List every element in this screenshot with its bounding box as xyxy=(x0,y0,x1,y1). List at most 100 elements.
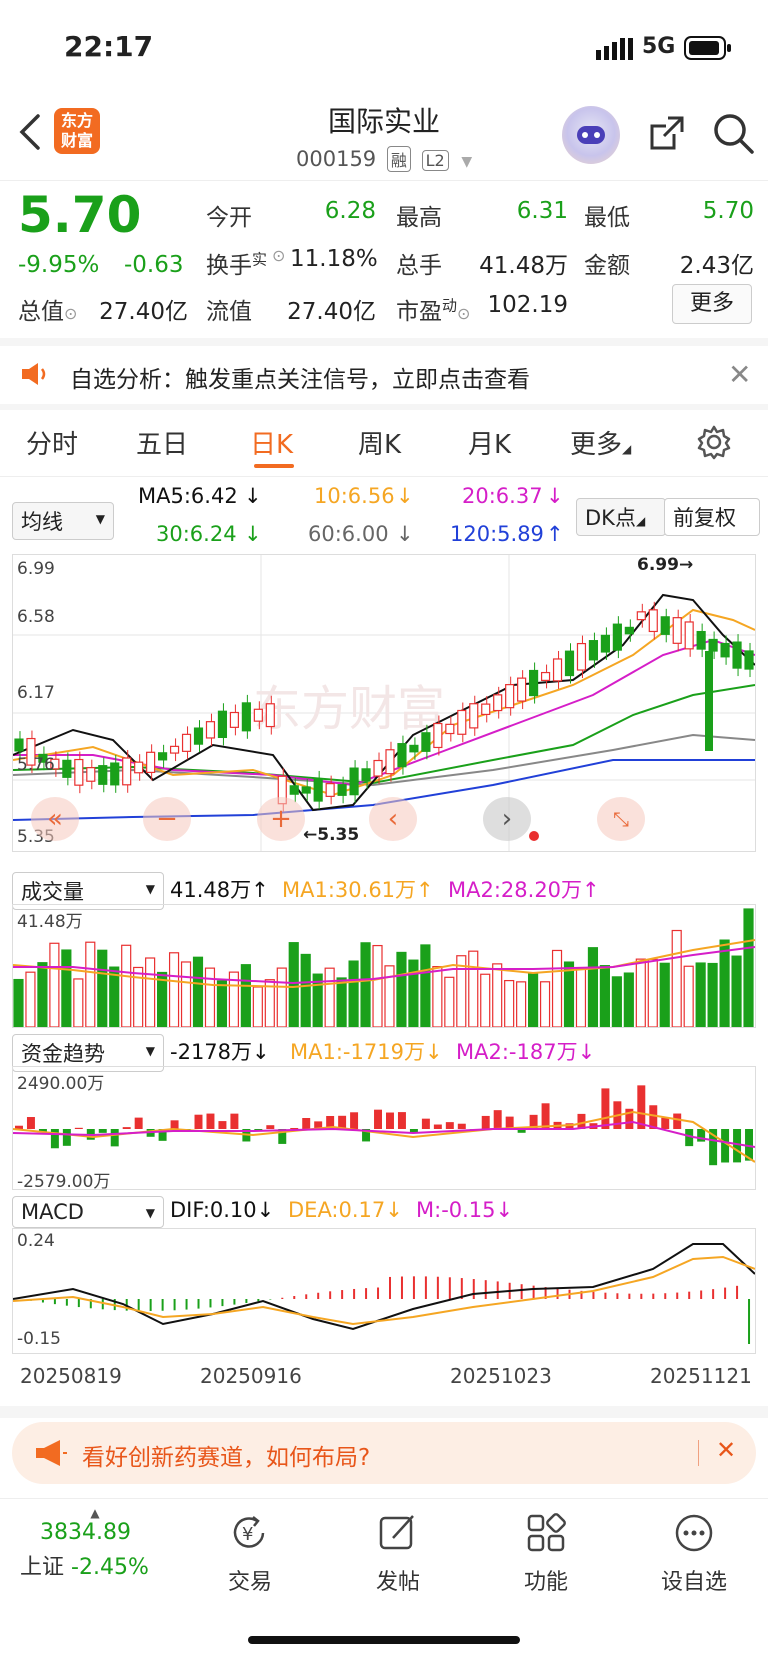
nav-functions[interactable]: 功能 xyxy=(476,1512,616,1596)
tab-five-day[interactable]: 五日 xyxy=(136,424,188,461)
tab-monthly-k[interactable]: 月K xyxy=(468,424,511,461)
search-icon[interactable] xyxy=(712,112,756,160)
y-label-top: 6.99 xyxy=(17,559,55,579)
candle-body xyxy=(421,732,431,752)
volume-y-top: 41.48万 xyxy=(17,912,83,932)
macd-select[interactable]: MACD ▼ xyxy=(12,1196,164,1228)
open-label: 今开 xyxy=(206,205,252,231)
candle-body xyxy=(433,722,443,749)
more-dots-icon xyxy=(675,1514,713,1552)
ma5-arrow: ↓ xyxy=(244,484,262,508)
candle-body xyxy=(612,623,622,651)
more-button[interactable]: 更多 xyxy=(672,284,752,324)
ma20-label: 20:6.37 xyxy=(462,484,543,508)
candle-body xyxy=(74,758,84,786)
float-cap-label: 流值 xyxy=(206,299,252,325)
index-change: -2.45% xyxy=(71,1555,149,1580)
candle-body xyxy=(289,785,299,795)
kline-chart[interactable]: 东方财富 6.99 6.58 6.17 5.76 5.35 6.99→ ←5.3… xyxy=(12,554,756,852)
date-4: 20251121 xyxy=(650,1364,752,1388)
candle-body xyxy=(744,650,754,670)
change-amount: -0.63 xyxy=(124,252,184,278)
candle-body xyxy=(588,640,599,661)
ma20-arrow: ↓ xyxy=(546,484,564,508)
candle-body xyxy=(373,759,383,777)
share-icon[interactable] xyxy=(646,112,688,158)
candle-body xyxy=(529,669,539,697)
tab-more[interactable]: 更多◢ xyxy=(570,424,631,461)
level2-tag: L2 xyxy=(421,150,449,171)
market-cap-label: 总值⊙ xyxy=(18,299,78,325)
volume-value: 41.48万 xyxy=(479,253,568,279)
ma30-label: 30:6.24 xyxy=(156,522,237,546)
volume-chart[interactable]: 41.48万 xyxy=(12,904,756,1028)
candle-body xyxy=(660,616,670,635)
stock-code: 000159 xyxy=(296,147,377,171)
close-notice-icon[interactable]: ✕ xyxy=(728,358,751,391)
ai-robot-icon[interactable] xyxy=(562,106,620,164)
status-time: 22:17 xyxy=(64,30,154,63)
notice-text[interactable]: 自选分析：触发重点关注信号，立即点击查看 xyxy=(70,360,530,394)
candle-body xyxy=(636,611,646,621)
nav-trade[interactable]: ¥ 交易 xyxy=(180,1512,320,1596)
macd-chart[interactable]: 0.24 -0.15 xyxy=(12,1228,756,1354)
zoom-out-button[interactable]: − xyxy=(143,797,191,841)
low-label: 最低 xyxy=(584,205,630,231)
step-forward-button[interactable]: › xyxy=(483,797,531,841)
macd-y-top: 0.24 xyxy=(17,1231,55,1251)
tab-daily-k[interactable]: 日K xyxy=(250,424,293,461)
candle-body xyxy=(301,786,311,794)
candle-body xyxy=(98,765,108,785)
post-label: 发帖 xyxy=(375,1570,420,1595)
high-value: 6.31 xyxy=(516,198,568,224)
promo-banner[interactable]: 看好创新药赛道，如何布局? ✕ xyxy=(12,1422,756,1484)
info-icon[interactable]: ⊙ xyxy=(272,246,285,265)
dropdown-triangle-icon: ▼ xyxy=(461,154,473,170)
candle-body xyxy=(493,694,503,712)
fund-flow-chart[interactable]: 2490.00万 -2579.00万 xyxy=(12,1066,756,1192)
settings-gear-icon[interactable] xyxy=(696,424,732,464)
candle-body xyxy=(517,677,527,702)
candle-body xyxy=(385,749,395,775)
ma120-label: 120:5.89 xyxy=(450,522,544,546)
candle-body xyxy=(600,634,610,653)
header-divider xyxy=(0,180,768,181)
zoom-in-button[interactable]: + xyxy=(257,797,305,841)
dk-point-button[interactable]: DK点◢ xyxy=(576,498,666,536)
ma60-arrow: ↓ xyxy=(396,522,414,546)
index-name: 上证 xyxy=(20,1555,65,1580)
close-promo-icon[interactable]: ✕ xyxy=(716,1436,736,1464)
index-widget[interactable]: ▲ 3834.89 上证 -2.45% xyxy=(20,1506,180,1581)
date-1: 20250819 xyxy=(20,1364,122,1388)
volume-value: 41.48万↑ xyxy=(170,878,269,902)
nav-set-watch[interactable]: 设自选 xyxy=(624,1512,764,1596)
fullscreen-button[interactable]: ⤡ xyxy=(597,797,645,841)
indicator-select[interactable]: 均线 ▼ xyxy=(12,502,114,540)
candle-body xyxy=(86,767,96,782)
section-gap-2 xyxy=(0,404,768,410)
candle-body xyxy=(265,703,275,728)
ma60-label: 60:6.00 xyxy=(308,522,389,546)
nav-post[interactable]: 发帖 xyxy=(328,1512,468,1596)
network-label: 5G xyxy=(642,34,676,59)
tab-intraday[interactable]: 分时 xyxy=(26,424,78,461)
low-marker: ←5.35 xyxy=(303,825,360,845)
stock-code-row[interactable]: 000159 融 L2 ▼ xyxy=(296,146,472,172)
candle-body xyxy=(732,641,742,669)
candle-body xyxy=(181,733,192,752)
margin-tag: 融 xyxy=(386,146,411,172)
dea-line xyxy=(13,1255,755,1326)
candle-body xyxy=(505,684,515,709)
candle-body xyxy=(146,751,156,774)
trade-label: 交易 xyxy=(227,1570,272,1595)
candle-body xyxy=(648,609,658,633)
low-value: 5.70 xyxy=(702,198,754,224)
candle-body xyxy=(361,768,371,782)
tab-weekly-k[interactable]: 周K xyxy=(358,424,401,461)
scroll-left-button[interactable]: « xyxy=(31,797,79,841)
step-back-button[interactable]: ‹ xyxy=(369,797,417,841)
fund-flow-ma1-line xyxy=(13,1110,755,1163)
macd-dea: DEA:0.17↓ xyxy=(288,1198,403,1222)
adjust-button[interactable]: 前复权 xyxy=(664,498,760,536)
fund-flow-ma2: MA2:-187万↓ xyxy=(456,1040,596,1064)
